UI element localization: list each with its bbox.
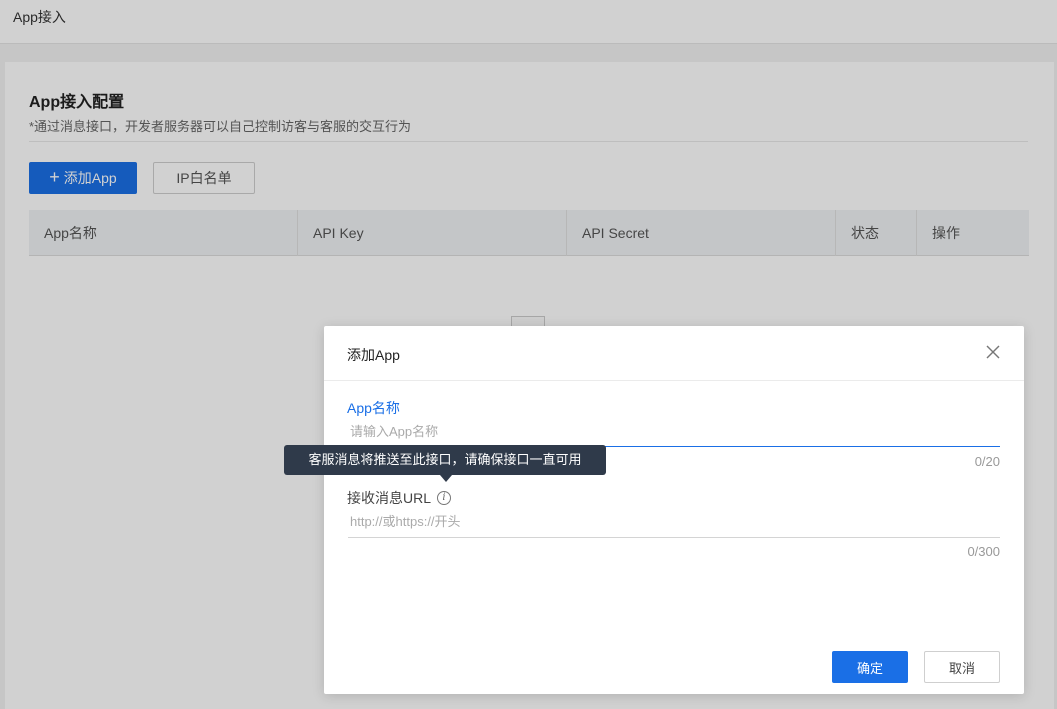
app-name-input[interactable] — [348, 418, 1000, 444]
app-name-counter: 0/20 — [974, 454, 1000, 469]
dialog-title: 添加App — [347, 347, 400, 363]
info-icon[interactable]: i — [437, 491, 452, 505]
url-underline — [348, 537, 1000, 538]
app-name-label: App名称 — [347, 400, 400, 416]
url-info-tooltip: 客服消息将推送至此接口，请确保接口一直可用 — [284, 445, 606, 475]
add-app-dialog: 添加App App名称 0/20 接收消息URL i 0/300 确定 取消 — [324, 326, 1024, 694]
url-label: 接收消息URL — [347, 490, 432, 506]
tooltip-arrow — [440, 475, 452, 482]
close-icon[interactable] — [984, 343, 1002, 361]
dialog-header: 添加App — [324, 326, 1024, 381]
url-label-row: 接收消息URL i — [347, 488, 452, 508]
url-counter: 0/300 — [967, 544, 1000, 559]
url-input[interactable] — [348, 508, 1000, 534]
confirm-button[interactable]: 确定 — [832, 651, 908, 683]
cancel-button[interactable]: 取消 — [924, 651, 1000, 683]
